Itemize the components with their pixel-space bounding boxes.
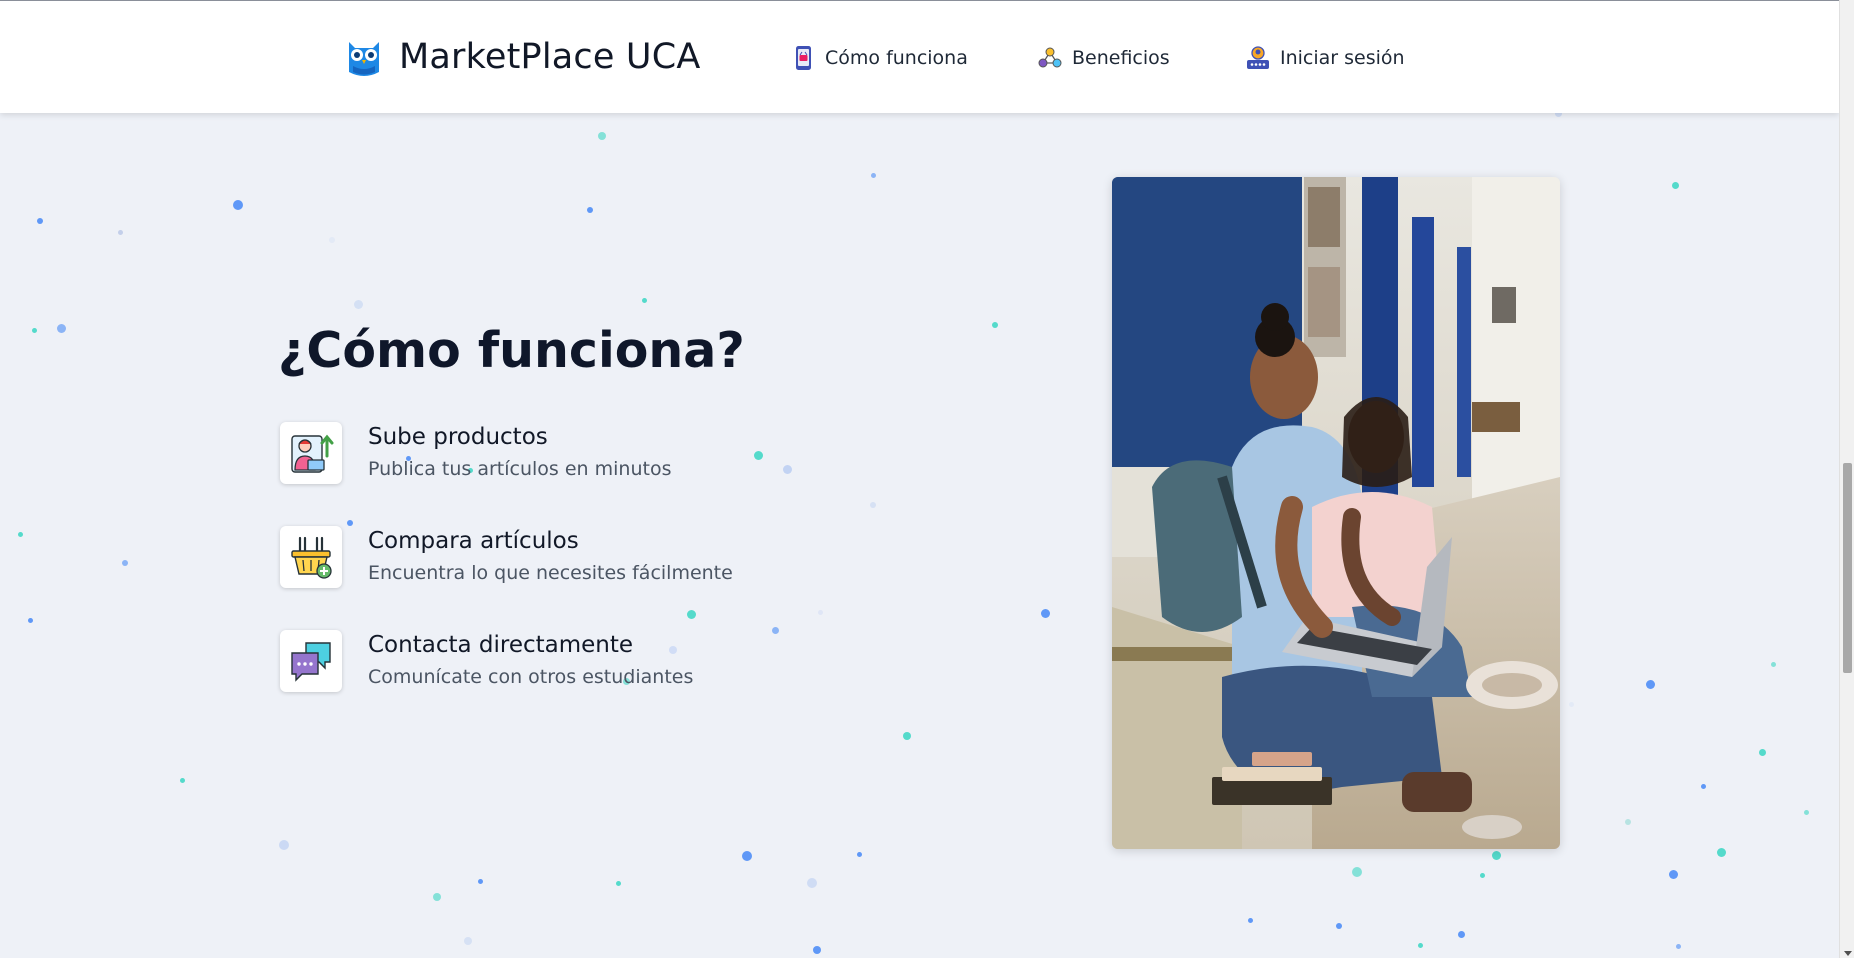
particle-dot [903,732,911,740]
particle-dot [433,893,441,901]
particle-dot [641,297,647,303]
feature-item-upload: Sube productos Publica tus artículos en … [280,422,840,488]
site-header: MarketPlace UCA Cómo funciona Beneficios [0,0,1839,113]
feature-description: Publica tus artículos en minutos [368,458,672,480]
particle-dot [279,840,289,850]
basket-add-icon [291,536,332,579]
particle-dot [233,200,243,210]
feature-item-compare: Compara artículos Encuentra lo que neces… [280,526,840,592]
particle-dot [870,502,876,508]
particle-dot [992,322,998,328]
particle-dot [813,946,821,954]
feature-description: Comunícate con otros estudiantes [368,666,694,688]
nav-label: Cómo funciona [825,47,968,69]
feature-title: Contacta directamente [368,632,634,658]
particle-dot [1671,181,1679,189]
particle-dot [1803,809,1809,815]
section-title: ¿Cómo funciona? [278,322,745,379]
particle-dot [856,851,862,857]
particle-dot [598,132,606,140]
particle-dot [587,207,593,213]
particle-dot [686,609,696,619]
owl-logo-icon [349,42,379,76]
upload-user-icon [291,434,334,473]
page: MarketPlace UCA Cómo funciona Beneficios [0,0,1854,958]
chat-bubbles-icon [291,642,331,682]
particle-dot [817,609,823,615]
nav-item-beneficios[interactable]: Beneficios [1037,41,1170,75]
particle-dot [477,878,483,884]
particle-dot [1568,701,1574,707]
particle-dot [1625,819,1631,825]
scrollbar-thumb[interactable] [1843,463,1852,673]
particle-dot [1247,917,1253,923]
brand-link[interactable]: MarketPlace UCA [343,35,701,79]
feature-title: Sube productos [368,424,548,450]
particle-dot [1352,867,1362,877]
particle-dot [1716,847,1726,857]
particle-dot [1040,608,1050,618]
particle-dot [353,299,363,309]
particle-dot [1675,943,1681,949]
nav-item-como-funciona[interactable]: Cómo funciona [790,41,968,75]
particle-dot [1770,661,1776,667]
brand-name: MarketPlace UCA [399,37,701,77]
nav-item-iniciar-sesion[interactable]: Iniciar sesión [1245,41,1405,75]
feature-icon-box [280,630,342,692]
particle-dot [870,172,876,178]
network-nodes-icon [1038,47,1062,68]
nav-label: Iniciar sesión [1280,47,1405,69]
particle-dot [179,777,185,783]
particle-dot [615,880,621,886]
feature-item-contact: Contacta directamente Comunícate con otr… [280,630,840,696]
nav-label: Beneficios [1072,47,1170,69]
particle-dot [1457,930,1465,938]
particle-dot [122,560,128,566]
students-with-laptop-photo [1112,177,1560,849]
particle-dot [17,531,23,537]
particle-dot [1479,872,1485,878]
particle-dot [1668,869,1678,879]
user-login-icon [1247,46,1269,69]
particle-dot [1700,783,1706,789]
particle-dot [464,937,472,945]
feature-icon-box [280,526,342,588]
feature-icon-box [280,422,342,484]
particle-dot [1645,679,1655,689]
feature-title: Compara artículos [368,528,579,554]
particle-dot [56,323,66,333]
page-scrollbar[interactable] [1839,0,1854,958]
particle-dot [1417,942,1423,948]
particle-dot [117,229,123,235]
scroll-down-arrow-icon[interactable] [1844,951,1852,956]
particle-dot [1491,850,1501,860]
particle-dot [807,878,817,888]
particle-dot [329,237,335,243]
particle-dot [31,327,37,333]
feature-description: Encuentra lo que necesites fácilmente [368,562,733,584]
phone-basket-icon [796,46,811,70]
particle-dot [742,851,752,861]
particle-dot [37,218,43,224]
particle-dot [27,617,33,623]
particle-dot [1758,748,1766,756]
particle-dot [1336,923,1342,929]
